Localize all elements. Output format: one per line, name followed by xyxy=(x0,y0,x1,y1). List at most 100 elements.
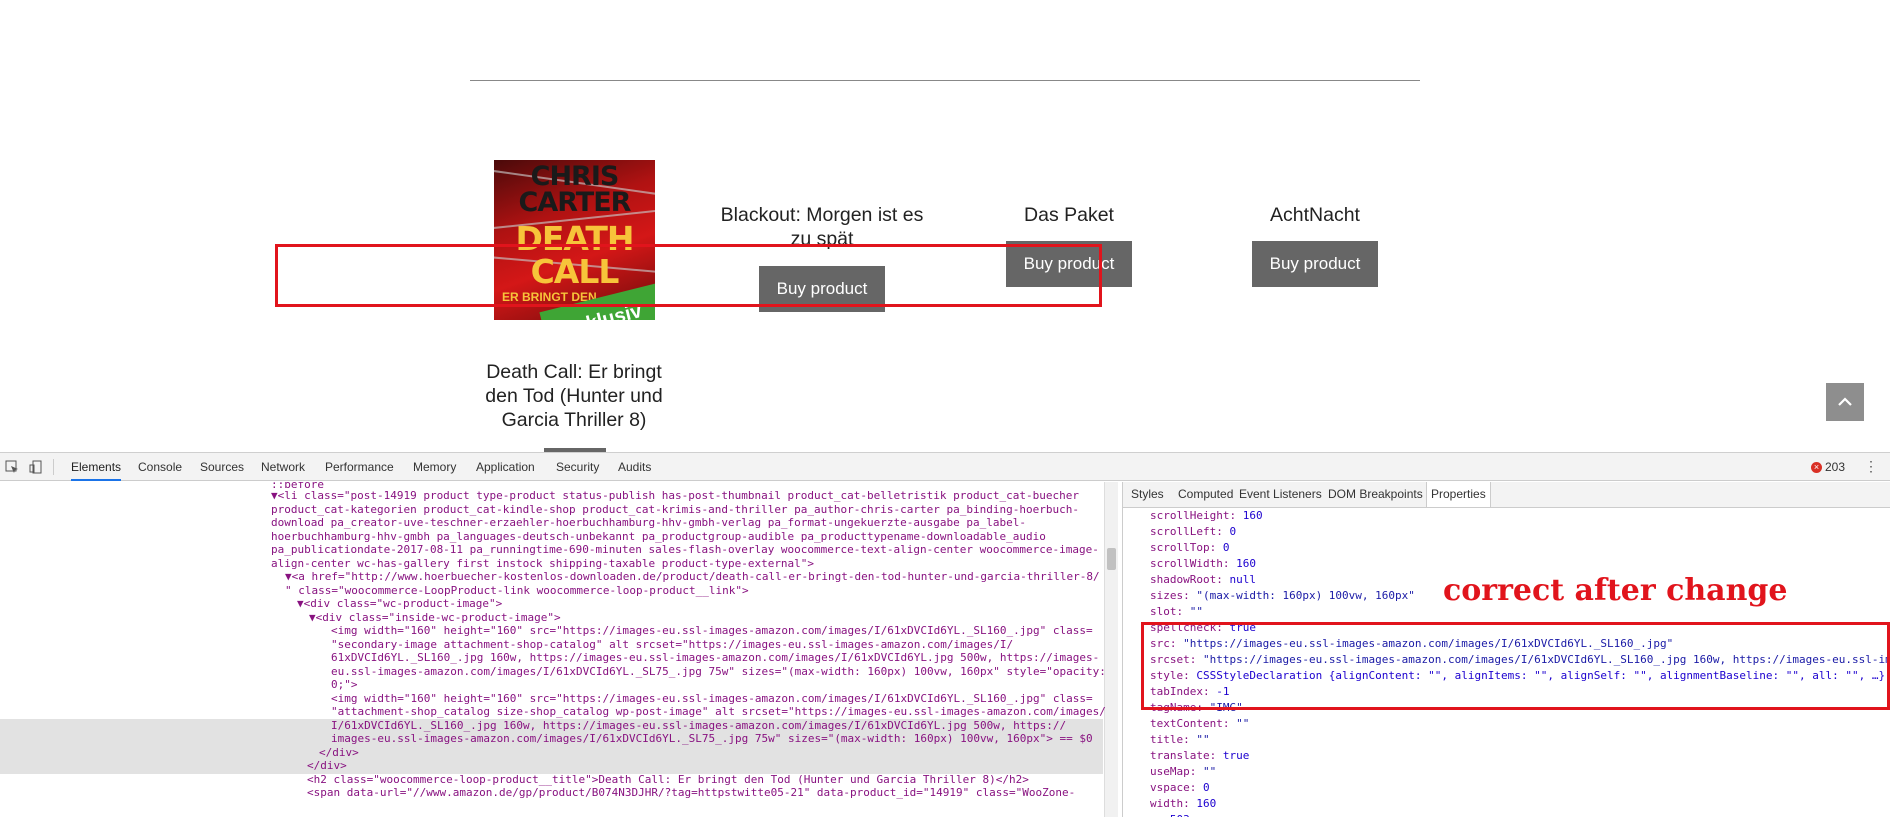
property-value: "" xyxy=(1236,717,1250,730)
inspect-element-icon[interactable] xyxy=(5,460,19,474)
property-value: 160 xyxy=(1236,557,1256,570)
property-value: "" xyxy=(1196,733,1210,746)
property-row[interactable]: useMap: "" xyxy=(1150,764,1216,780)
property-row[interactable]: shadowRoot: null xyxy=(1150,572,1256,588)
tab-styles[interactable]: Styles xyxy=(1131,482,1164,507)
dom-node-line[interactable]: hoerbuchhamburg-hhv-gmbh pa_languages-de… xyxy=(271,530,1046,544)
property-row[interactable]: vspace: 0 xyxy=(1150,780,1210,796)
property-value: "" xyxy=(1202,765,1217,778)
tab-audits[interactable]: Audits xyxy=(618,453,651,481)
property-key: scrollLeft: xyxy=(1150,525,1230,538)
property-value: 0 xyxy=(1202,781,1210,794)
dom-node-line[interactable]: download pa_creator-uve-teschner-erzaehl… xyxy=(271,516,1026,530)
property-key: scrollHeight: xyxy=(1150,509,1243,522)
dom-node-line[interactable]: "attachment-shop_catalog size-shop_catal… xyxy=(331,705,1106,719)
tab-application[interactable]: Application xyxy=(476,453,535,481)
tab-elements[interactable]: Elements xyxy=(71,453,122,481)
property-row[interactable]: scrollWidth: 160 xyxy=(1150,556,1256,572)
highlight-box-img-node xyxy=(275,244,1102,307)
dom-node-line[interactable]: 61xDVCId6YL._SL160_.jpg 160w, https://im… xyxy=(331,651,1099,665)
tab-performance[interactable]: Performance xyxy=(325,453,394,481)
device-toolbar-icon[interactable] xyxy=(29,460,43,474)
property-row[interactable]: title: "" xyxy=(1150,732,1210,748)
property-row[interactable]: slot: "" xyxy=(1150,604,1203,620)
tab-computed[interactable]: Computed xyxy=(1178,482,1233,507)
tab-console[interactable]: Console xyxy=(138,453,182,481)
product-title[interactable]: AchtNacht xyxy=(1215,203,1415,227)
property-key: useMap: xyxy=(1150,765,1203,778)
error-count: 203 xyxy=(1825,460,1846,474)
property-row[interactable]: sizes: "(max-width: 160px) 100vw, 160px" xyxy=(1150,588,1415,604)
toolbar-separator xyxy=(53,459,54,475)
property-value: true xyxy=(1222,749,1250,762)
property-row[interactable]: scrollLeft: 0 xyxy=(1150,524,1236,540)
dom-node-line[interactable]: eu.ssl-images-amazon.com/images/I/61xDVC… xyxy=(331,665,1106,679)
dom-node-line[interactable]: align-center wc-has-gallery first instoc… xyxy=(271,557,814,571)
property-row[interactable]: scrollHeight: 160 xyxy=(1150,508,1263,524)
property-row[interactable]: width: 160 xyxy=(1150,796,1216,812)
more-options-icon[interactable]: ⋮ xyxy=(1864,458,1878,475)
dom-node-line[interactable]: ▼<li class="post-14919 product type-prod… xyxy=(271,489,1079,503)
annotation-text: correct after change xyxy=(1443,573,1788,608)
product-title[interactable]: Death Call: Er bringt den Tod (Hunter un… xyxy=(474,360,674,432)
property-key: vspace: xyxy=(1150,781,1203,794)
property-key: x: xyxy=(1150,813,1170,817)
error-counter[interactable]: × 203 xyxy=(1811,460,1845,474)
dom-node-line[interactable]: ▼<a href="http://www.hoerbuecher-kostenl… xyxy=(285,570,1100,584)
property-value: 0 xyxy=(1222,541,1230,554)
dom-node-line[interactable]: </div> xyxy=(307,759,347,773)
dom-node-line[interactable]: I/61xDVCId6YL._SL160_.jpg 160w, https://… xyxy=(331,719,1066,733)
property-value: null xyxy=(1229,573,1256,586)
dom-node-line[interactable]: 0;"> xyxy=(331,678,358,692)
tab-properties[interactable]: Properties xyxy=(1426,482,1491,507)
tab-security[interactable]: Security xyxy=(556,453,599,481)
property-value: 160 xyxy=(1196,797,1217,810)
product-title[interactable]: Das Paket xyxy=(969,203,1169,227)
dom-node-line[interactable]: <h2 class="woocommerce-loop-product__tit… xyxy=(307,773,1029,787)
scrollbar-thumb[interactable] xyxy=(1107,548,1116,570)
devtools-toolbar: Elements Console Sources Network Perform… xyxy=(0,453,1890,481)
dom-node-line[interactable]: ▼<div class="wc-product-image"> xyxy=(297,597,502,611)
dom-node-line[interactable]: <img width="160" height="160" src="https… xyxy=(331,692,1093,706)
property-row[interactable]: translate: true xyxy=(1150,748,1249,764)
property-key: slot: xyxy=(1150,605,1190,618)
buy-product-button[interactable]: Buy product xyxy=(1252,241,1378,287)
dom-node-line[interactable]: ▼<div class="inside-wc-product-image"> xyxy=(309,611,561,625)
dom-node-line[interactable]: <img width="160" height="160" src="https… xyxy=(331,624,1093,638)
property-value: "(max-width: 160px) 100vw, 160px" xyxy=(1196,589,1415,602)
dom-node-line[interactable]: </div> xyxy=(319,746,359,760)
dom-node-line[interactable]: <span data-url="//www.amazon.de/gp/produ… xyxy=(307,786,1075,800)
property-row[interactable]: textContent: "" xyxy=(1150,716,1249,732)
property-value: 160 xyxy=(1242,509,1263,522)
property-key: textContent: xyxy=(1150,717,1237,730)
web-page: CHRIS CARTER DEATH CALL ER BRINGT DEN ex… xyxy=(0,0,1890,452)
property-key: translate: xyxy=(1150,749,1223,762)
cover-author: CHRIS CARTER xyxy=(518,161,632,218)
property-value: 0 xyxy=(1229,525,1237,538)
chevron-up-icon xyxy=(1838,397,1852,406)
dom-node-line[interactable]: "secondary-image attachment-shop-catalog… xyxy=(331,638,1013,652)
elements-tree[interactable]: ::before ▼<li class="post-14919 product t… xyxy=(0,482,1118,817)
property-key: sizes: xyxy=(1150,589,1197,602)
dom-node-line[interactable]: images-eu.ssl-images-amazon.com/images/I… xyxy=(331,732,1093,746)
property-key: shadowRoot: xyxy=(1150,573,1230,586)
error-icon: × xyxy=(1811,461,1822,473)
property-key: scrollTop: xyxy=(1150,541,1223,554)
highlight-box-properties xyxy=(1141,622,1890,710)
dom-node-line[interactable]: pa_publicationdate-2017-08-11 pa_running… xyxy=(271,543,1099,557)
property-row[interactable]: x: 503 xyxy=(1150,812,1190,817)
dom-node-line[interactable]: " class="woocommerce-LoopProduct-link wo… xyxy=(285,584,749,598)
property-row[interactable]: scrollTop: 0 xyxy=(1150,540,1229,556)
property-key: title: xyxy=(1150,733,1197,746)
tab-dom-breakpoints[interactable]: DOM Breakpoints xyxy=(1328,482,1423,507)
sidebar-tabs: Styles Computed Event Listeners DOM Brea… xyxy=(1123,482,1890,508)
elements-scrollbar[interactable] xyxy=(1104,482,1118,817)
dom-node-line[interactable]: product_cat-kategorien product_cat-kindl… xyxy=(271,503,1079,517)
tab-event-listeners[interactable]: Event Listeners xyxy=(1239,482,1322,507)
tab-memory[interactable]: Memory xyxy=(413,453,456,481)
divider xyxy=(470,80,1420,81)
tab-network[interactable]: Network xyxy=(261,453,305,481)
property-key: width: xyxy=(1150,797,1197,810)
tab-sources[interactable]: Sources xyxy=(200,453,244,481)
scroll-to-top-button[interactable] xyxy=(1826,383,1864,421)
